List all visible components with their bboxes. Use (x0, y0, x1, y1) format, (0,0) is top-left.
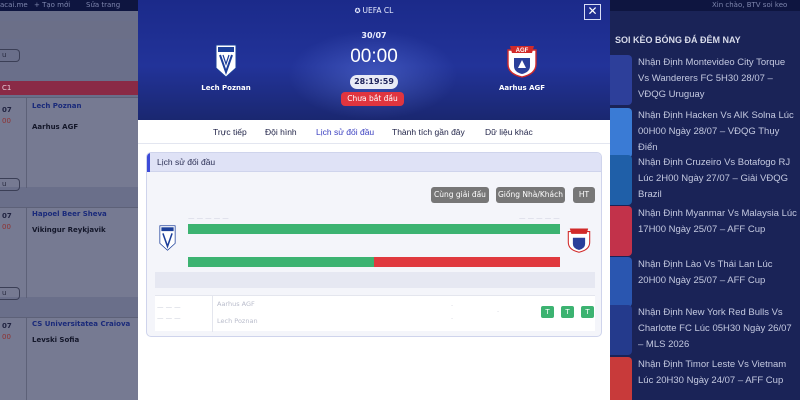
partial-button[interactable]: u (0, 287, 20, 300)
news-item[interactable]: Nhận Định Montevideo City Torque Vs Wand… (610, 55, 800, 113)
competition-label: ✪ UEFA CL (354, 6, 394, 15)
row-date-placeholder: — — — (157, 314, 181, 322)
h2h-panel: Lịch sử đối đầu Cùng giải đấu Giống Nhà/… (146, 152, 602, 337)
same-home-away-filter-button[interactable]: Giống Nhà/Khách (496, 187, 565, 203)
away-team: Aarhus AGF (32, 123, 79, 131)
match-list: u C1 07 00 Lech Poznan Aarhus AGF u 07 0… (0, 11, 138, 400)
match-score: 00:00 (350, 46, 398, 67)
match-row[interactable]: 07 00 CS Universitatea Craiova Levski So… (0, 317, 138, 400)
greeting-link[interactable]: Xin chào, BTV soi keo (712, 0, 787, 11)
news-sidebar: SOI KÈO BÓNG ĐÁ ĐÊM NAY Nhận Định Montev… (610, 11, 800, 400)
ht-filter-button[interactable]: HT (573, 187, 595, 203)
tab-live[interactable]: Trực tiếp (213, 127, 247, 137)
news-thumbnail[interactable] (610, 357, 632, 400)
news-title[interactable]: Nhận Định Timor Leste Vs Vietnam Lúc 20H… (638, 357, 798, 389)
match-header: ✪ UEFA CL ✕ Lech Poznan AGF Aarhus AGF 30… (138, 0, 610, 120)
league-bar: C1 (0, 81, 138, 95)
news-thumbnail[interactable] (610, 108, 632, 158)
away-crest-icon (567, 228, 591, 253)
bar-home-segment (188, 257, 374, 267)
home-team: CS Universitatea Craiova (32, 320, 131, 328)
news-heading: SOI KÈO BÓNG ĐÁ ĐÊM NAY (615, 35, 741, 45)
news-thumbnail[interactable] (610, 257, 632, 307)
away-team-name: Aarhus AGF (498, 84, 546, 92)
ghost-label: — — — — — (188, 214, 229, 222)
news-thumbnail[interactable] (610, 55, 632, 105)
home-team: Lech Poznan (32, 102, 82, 110)
news-title[interactable]: Nhận Định Hacken Vs AIK Solna Lúc 00H00 … (638, 108, 798, 156)
news-item[interactable]: Nhận Định Cruzeiro Vs Botafogo RJ Lúc 2H… (610, 155, 800, 213)
table-row[interactable]: — — — — — — Aarhus AGF Lech Poznan · · ·… (155, 295, 595, 332)
news-title[interactable]: Nhận Định New York Red Bulls Vs Charlott… (638, 305, 798, 353)
news-item[interactable]: Nhận Định New York Red Bulls Vs Charlott… (610, 305, 800, 363)
site-link[interactable]: acai.me (0, 0, 28, 11)
news-title[interactable]: Nhận Định Montevideo City Torque Vs Wand… (638, 55, 798, 103)
tab-recent-form[interactable]: Thành tích gần đây (392, 127, 465, 137)
same-league-filter-button[interactable]: Cùng giải đấu (431, 187, 489, 203)
news-item[interactable]: Nhận Định Timor Leste Vs Vietnam Lúc 20H… (610, 357, 800, 400)
home-team: Hapoel Beer Sheva (32, 210, 107, 218)
away-team: Levski Sofia (32, 336, 80, 344)
home-team-name: Lech Poznan (201, 84, 251, 92)
news-title[interactable]: Nhận Định Cruzeiro Vs Botafogo RJ Lúc 2H… (638, 155, 798, 203)
create-new-link[interactable]: + Tạo mới (34, 0, 70, 11)
result-badge: T (581, 306, 594, 318)
row-date-placeholder: — — — (157, 303, 181, 311)
status-badge: Chưa bắt đầu (341, 92, 404, 106)
row-home-team: Aarhus AGF (217, 300, 255, 308)
match-time: 00 (2, 117, 11, 125)
countdown-badge: 28:19:59 (350, 75, 398, 89)
news-thumbnail[interactable] (610, 206, 632, 256)
home-crest-icon (159, 225, 176, 251)
away-team: Vikingur Reykjavik (32, 226, 106, 234)
edit-page-link[interactable]: Sửa trang (86, 0, 120, 11)
match-list-header (0, 21, 138, 39)
match-row[interactable]: 07 00 Lech Poznan Aarhus AGF (0, 97, 138, 188)
h2h-win-bar (188, 224, 560, 234)
detail-tabs: Trực tiếp Đội hình Lịch sử đối đầu Thành… (138, 120, 610, 144)
tab-head-to-head[interactable]: Lịch sử đối đầu (316, 127, 374, 137)
ghost-label: — — — — — (519, 214, 560, 222)
tab-other-data[interactable]: Dữ liệu khác (485, 127, 533, 137)
news-thumbnail[interactable] (610, 155, 632, 205)
ucl-star-icon: ✪ (354, 7, 361, 15)
bar-home-segment (188, 224, 560, 234)
result-badge: T (561, 306, 574, 318)
news-thumbnail[interactable] (610, 305, 632, 355)
match-date: 07 (2, 322, 12, 330)
news-title[interactable]: Nhận Định Myanmar Vs Malaysia Lúc 17H00 … (638, 206, 798, 238)
match-date: 07 (2, 106, 12, 114)
news-item[interactable]: Nhận Định Myanmar Vs Malaysia Lúc 17H00 … (610, 206, 800, 264)
partial-button[interactable]: u (0, 178, 20, 191)
bar-away-segment (374, 257, 560, 267)
match-date: 30/07 (361, 31, 387, 40)
news-title[interactable]: Nhận Định Lào Vs Thái Lan Lúc 20H00 Ngày… (638, 257, 798, 289)
close-button[interactable]: ✕ (584, 4, 601, 20)
match-time: 00 (2, 333, 11, 341)
result-badge: T (541, 306, 554, 318)
h2h-table-header (155, 272, 595, 288)
h2h-panel-title: Lịch sử đối đầu (147, 153, 601, 172)
match-date: 07 (2, 212, 12, 220)
match-time: 00 (2, 223, 11, 231)
match-row[interactable]: 07 00 Hapoel Beer Sheva Vikingur Reykjav… (0, 207, 138, 298)
tab-lineup[interactable]: Đội hình (265, 127, 297, 137)
h2h-goal-bar (188, 257, 560, 267)
match-detail-modal: ✪ UEFA CL ✕ Lech Poznan AGF Aarhus AGF 30… (138, 0, 610, 400)
row-away-team: Lech Poznan (217, 317, 258, 325)
partial-button[interactable]: u (0, 49, 20, 62)
